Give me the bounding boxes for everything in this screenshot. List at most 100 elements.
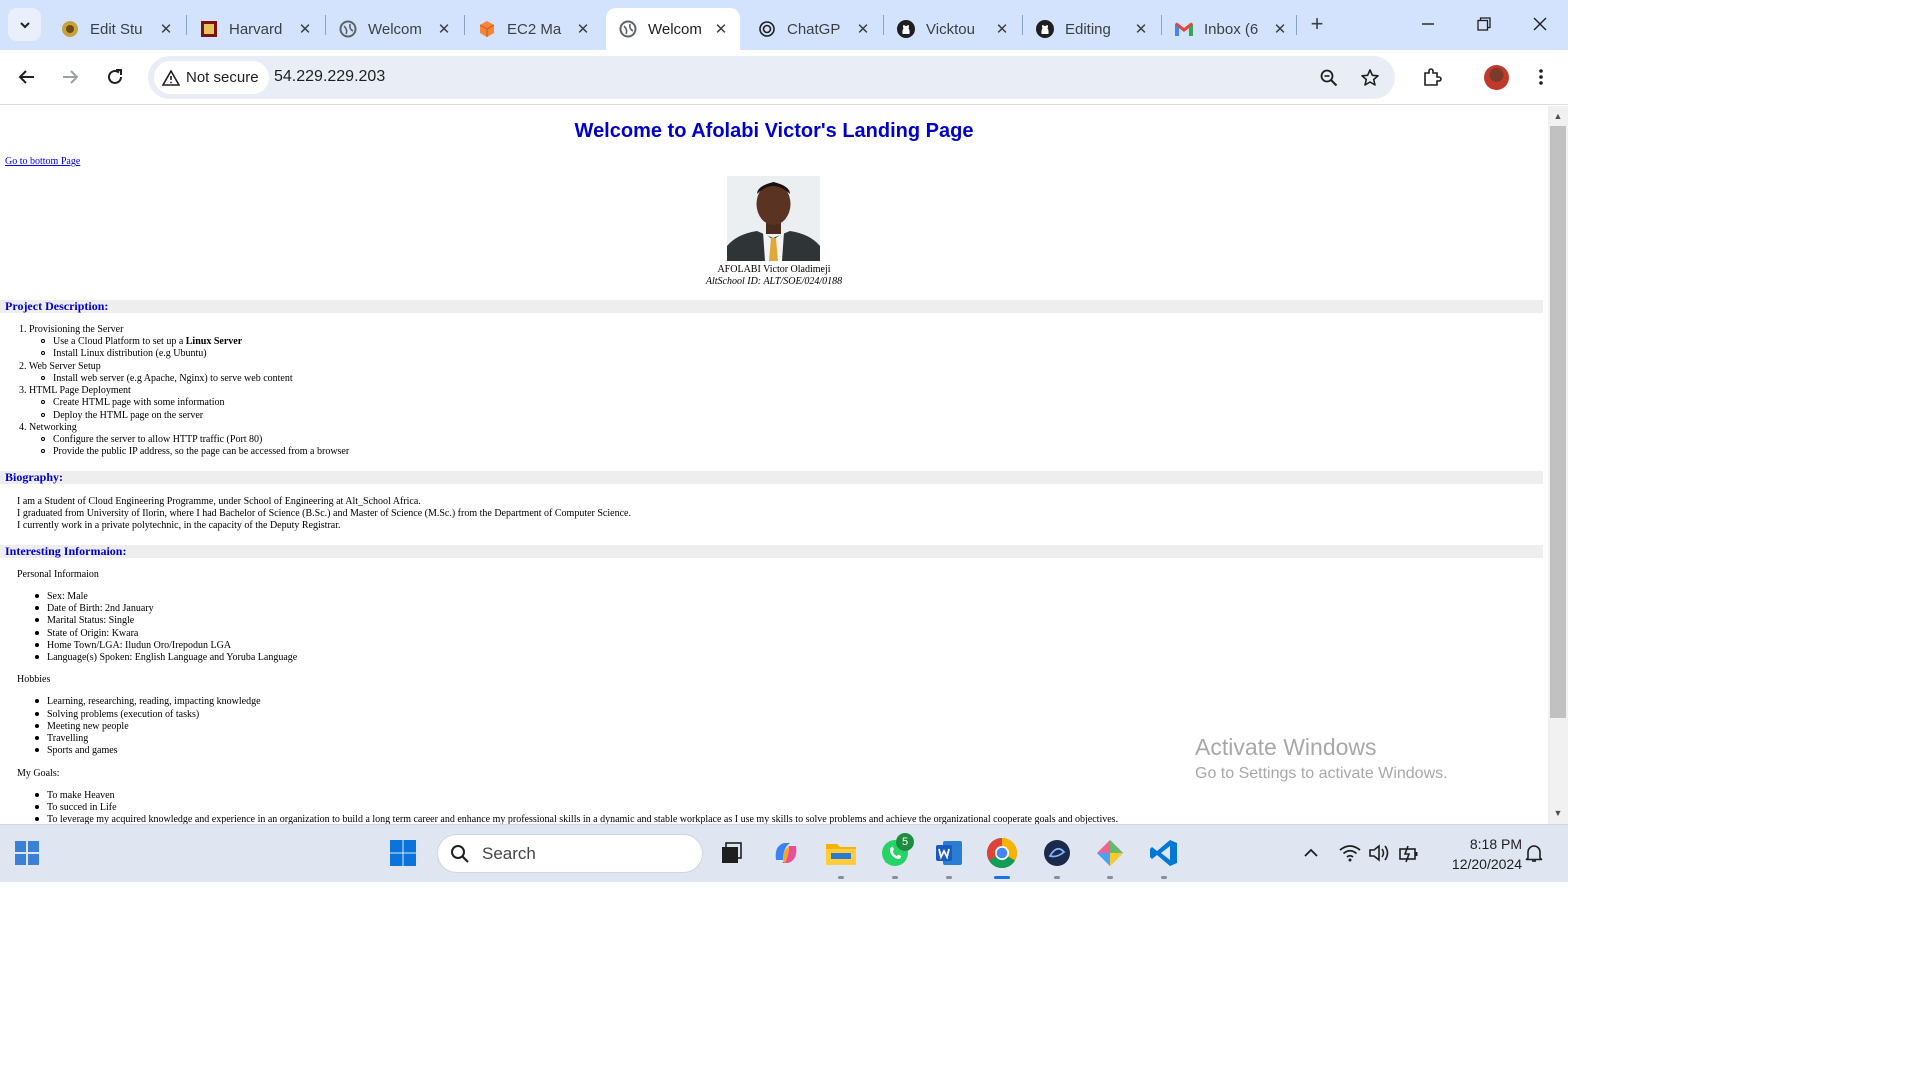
puzzle-icon bbox=[1424, 68, 1442, 86]
minimize-button[interactable] bbox=[1400, 6, 1456, 42]
chevron-up-icon bbox=[1304, 848, 1318, 857]
forward-button[interactable] bbox=[54, 61, 86, 93]
folder-icon bbox=[826, 844, 856, 865]
watermark-title: Activate Windows bbox=[1195, 734, 1377, 760]
globe-icon bbox=[338, 19, 358, 39]
search-icon bbox=[451, 844, 469, 863]
goals-heading: My Goals: bbox=[17, 768, 60, 779]
app-button-blue-circle[interactable] bbox=[1040, 836, 1074, 870]
tab-title: EC2 Ma bbox=[507, 20, 562, 38]
whatsapp-notification-badge: 5 bbox=[896, 833, 914, 851]
file-explorer-button[interactable] bbox=[824, 836, 858, 870]
goal-item: To make Heaven bbox=[35, 790, 115, 802]
scroll-up-arrow-icon[interactable]: ▲ bbox=[1552, 111, 1564, 121]
windows-taskbar: Search 5 8:18 PM 12/20/2024 bbox=[0, 824, 1568, 882]
goal-item: To leverage my acquired knowledge and ex… bbox=[35, 814, 1118, 824]
zoom-out-icon bbox=[1320, 69, 1338, 87]
tab-chatgpt[interactable]: ChatGP ✕ bbox=[745, 8, 882, 50]
close-icon[interactable]: ✕ bbox=[712, 20, 730, 38]
close-icon[interactable]: ✕ bbox=[435, 20, 453, 38]
person-name: AFOLABI Victor Oladimeji bbox=[717, 264, 831, 275]
search-placeholder: Search bbox=[482, 843, 536, 863]
tab-ec2[interactable]: EC2 Ma ✕ bbox=[465, 8, 602, 50]
volume-button[interactable] bbox=[1362, 836, 1396, 870]
vscode-button[interactable] bbox=[1147, 836, 1181, 870]
start-button[interactable] bbox=[386, 836, 420, 870]
back-button[interactable] bbox=[11, 61, 43, 93]
address-bar[interactable]: Not secure 54.229.229.203 bbox=[148, 56, 1395, 99]
personal-item: State of Origin: Kwara bbox=[35, 628, 138, 640]
arrow-left-icon bbox=[18, 70, 34, 84]
wifi-icon bbox=[1339, 845, 1361, 862]
close-icon[interactable]: ✕ bbox=[1271, 20, 1289, 38]
close-icon[interactable]: ✕ bbox=[1132, 20, 1150, 38]
restore-icon bbox=[1477, 17, 1491, 31]
tab-harvard[interactable]: Harvard ✕ bbox=[187, 8, 324, 50]
kebab-menu-icon bbox=[1539, 69, 1543, 85]
personal-item: Marital Status: Single bbox=[35, 615, 134, 627]
url-text[interactable]: 54.229.229.203 bbox=[274, 68, 385, 86]
close-icon[interactable]: ✕ bbox=[854, 20, 872, 38]
profile-avatar[interactable] bbox=[1484, 65, 1509, 90]
restore-button[interactable] bbox=[1456, 6, 1512, 42]
tab-github-editing[interactable]: Editing ✕ bbox=[1023, 8, 1160, 50]
copilot-button[interactable] bbox=[769, 836, 803, 870]
extensions-button[interactable] bbox=[1416, 61, 1448, 93]
speaker-icon bbox=[1369, 844, 1389, 862]
tab-welcome-1[interactable]: Welcom ✕ bbox=[326, 8, 463, 50]
tab-welcome-active[interactable]: Welcom ✕ bbox=[606, 8, 740, 50]
activate-windows-watermark: Activate Windows Go to Settings to activ… bbox=[1195, 734, 1448, 783]
running-indicator bbox=[1054, 876, 1060, 879]
bio-line: I graduated from University of Ilorin, w… bbox=[17, 508, 631, 519]
task-view-button[interactable] bbox=[714, 836, 748, 870]
tab-search-button[interactable] bbox=[8, 8, 41, 41]
tab-gmail-inbox[interactable]: Inbox (6 ✕ bbox=[1162, 8, 1299, 50]
close-window-button[interactable] bbox=[1512, 6, 1568, 42]
hobby-item: Learning, researching, reading, impactin… bbox=[35, 696, 261, 708]
system-clock[interactable]: 8:18 PM 12/20/2024 bbox=[1432, 834, 1522, 874]
browser-menu-button[interactable] bbox=[1525, 61, 1557, 93]
globe-icon bbox=[618, 19, 638, 39]
running-indicator bbox=[1107, 876, 1113, 879]
harvard-icon bbox=[199, 19, 219, 39]
notifications-button[interactable] bbox=[1517, 836, 1551, 870]
aws-ec2-icon bbox=[477, 19, 497, 39]
show-hidden-icons-button[interactable] bbox=[1294, 836, 1328, 870]
project-item-3: 3. HTML Page Deployment bbox=[19, 385, 131, 396]
reload-icon bbox=[108, 69, 122, 84]
security-label: Not secure bbox=[186, 69, 259, 86]
project-item-4: 4. Networking bbox=[19, 422, 77, 433]
new-tab-button[interactable]: + bbox=[1303, 10, 1331, 38]
close-icon[interactable]: ✕ bbox=[574, 20, 592, 38]
battery-button[interactable] bbox=[1392, 836, 1426, 870]
close-icon[interactable]: ✕ bbox=[296, 20, 314, 38]
tab-title: ChatGP bbox=[787, 20, 841, 38]
go-to-bottom-link[interactable]: Go to bottom Page bbox=[5, 156, 80, 167]
clock-date: 12/20/2024 bbox=[1451, 856, 1522, 872]
bio-line: I currently work in a private polytechni… bbox=[17, 520, 341, 531]
tab-github-profile[interactable]: Vicktou ✕ bbox=[884, 8, 1021, 50]
site-info-button[interactable]: Not secure bbox=[154, 61, 269, 94]
widgets-icon bbox=[15, 841, 39, 865]
tab-title: Edit Stu bbox=[90, 20, 143, 38]
widgets-button[interactable] bbox=[10, 836, 44, 870]
taskbar-search-box[interactable]: Search bbox=[437, 834, 703, 873]
close-icon[interactable]: ✕ bbox=[993, 20, 1011, 38]
word-icon bbox=[936, 841, 962, 865]
reload-button[interactable] bbox=[99, 61, 131, 93]
running-indicator bbox=[892, 876, 898, 879]
app-button-diamond[interactable] bbox=[1093, 836, 1127, 870]
close-icon[interactable]: ✕ bbox=[157, 20, 175, 38]
word-button[interactable] bbox=[932, 836, 966, 870]
zoom-button[interactable] bbox=[1313, 62, 1345, 94]
close-icon bbox=[1533, 17, 1547, 31]
tab-edit-student[interactable]: Edit Stu ✕ bbox=[48, 8, 185, 50]
scroll-down-arrow-icon[interactable]: ▼ bbox=[1552, 808, 1564, 818]
page-title: Welcome to Afolabi Victor's Landing Page bbox=[574, 120, 974, 142]
chrome-button[interactable] bbox=[985, 836, 1019, 870]
minimize-icon bbox=[1422, 23, 1434, 25]
school-id: AltSchool ID: ALT/SOE/024/0188 bbox=[705, 276, 843, 287]
bookmark-button[interactable] bbox=[1354, 62, 1386, 94]
personal-information-heading: Personal Informaion bbox=[17, 569, 99, 580]
scrollbar-thumb[interactable] bbox=[1550, 126, 1566, 718]
